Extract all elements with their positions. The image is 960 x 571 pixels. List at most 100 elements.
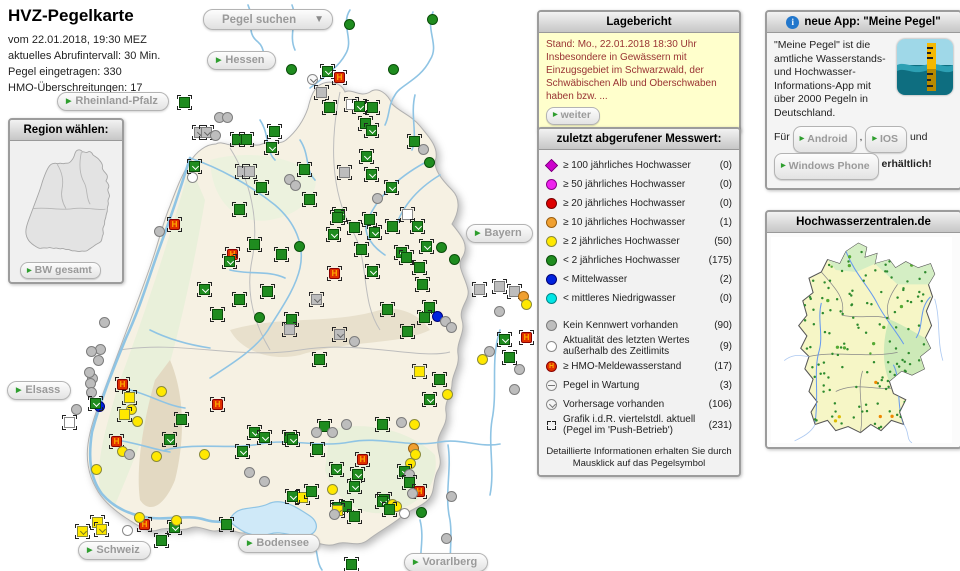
pegel-marker-yellow-square-forecast[interactable] xyxy=(96,524,107,535)
pegel-marker-gray-circle[interactable] xyxy=(494,306,505,317)
pegel-marker-gray-circle[interactable] xyxy=(446,322,457,333)
pegel-marker-yellow-circle[interactable] xyxy=(521,299,532,310)
pegel-marker-green-square[interactable] xyxy=(269,126,280,137)
pegel-marker-green-square-forecast[interactable] xyxy=(412,221,423,232)
pegel-marker-green-square[interactable] xyxy=(402,326,413,337)
pegel-marker-green-circle[interactable] xyxy=(436,242,447,253)
pegel-marker-gray-circle[interactable] xyxy=(259,476,270,487)
pegel-marker-green-square[interactable] xyxy=(176,414,187,425)
pegel-marker-green-square[interactable] xyxy=(419,312,430,323)
pegel-marker-green-square-forecast[interactable] xyxy=(424,394,435,405)
pegel-marker-gray-circle[interactable] xyxy=(396,417,407,428)
pegel-marker-gray-square[interactable] xyxy=(339,167,350,178)
pegel-marker-green-square-forecast[interactable] xyxy=(266,142,277,153)
pegel-marker-green-square-forecast[interactable] xyxy=(367,266,378,277)
pegel-marker-gray-circle[interactable] xyxy=(71,404,82,415)
pegel-marker-green-square-forecast[interactable] xyxy=(199,284,210,295)
pegel-marker-hmo-alert[interactable]: H xyxy=(357,454,368,465)
pegel-marker-gray-circle[interactable] xyxy=(509,384,520,395)
pegel-marker-yellow-circle[interactable] xyxy=(156,386,167,397)
pegel-marker-gray-circle[interactable] xyxy=(407,488,418,499)
pegel-marker-green-square[interactable] xyxy=(234,294,245,305)
pegel-marker-white-circle-forecast[interactable] xyxy=(307,74,318,85)
pegel-suchen-dropdown[interactable]: Pegel suchen ▼ xyxy=(203,9,333,30)
windows-phone-button[interactable]: ▶Windows Phone xyxy=(774,153,879,180)
pegel-marker-green-square-forecast[interactable] xyxy=(349,481,360,492)
pegel-marker-yellow-circle[interactable] xyxy=(199,449,210,460)
pegel-marker-gray-circle[interactable] xyxy=(349,336,360,347)
pegel-marker-green-square[interactable] xyxy=(384,504,395,515)
region-button-schweiz[interactable]: ▶ Schweiz xyxy=(78,541,151,560)
pegel-marker-green-square[interactable] xyxy=(299,164,310,175)
pegel-marker-gray-circle[interactable] xyxy=(244,467,255,478)
pegel-marker-gray-circle[interactable] xyxy=(210,130,221,141)
pegel-marker-yellow-circle[interactable] xyxy=(171,515,182,526)
pegel-marker-gray-circle[interactable] xyxy=(222,112,233,123)
pegel-marker-green-square[interactable] xyxy=(179,97,190,108)
pegel-marker-green-square[interactable] xyxy=(414,262,425,273)
weiter-button[interactable]: ▶ weiter xyxy=(546,107,600,125)
pegel-marker-green-square[interactable] xyxy=(241,134,252,145)
pegel-marker-gray-square[interactable] xyxy=(494,281,505,292)
pegel-marker-green-square[interactable] xyxy=(346,559,357,570)
pegel-marker-gray-circle[interactable] xyxy=(124,449,135,460)
region-button-bodensee[interactable]: ▶ Bodensee xyxy=(238,534,320,553)
pegel-marker-yellow-circle[interactable] xyxy=(409,419,420,430)
pegel-marker-green-square-forecast[interactable] xyxy=(287,491,298,502)
pegel-marker-green-square[interactable] xyxy=(312,444,323,455)
region-button-hessen[interactable]: ▶ Hessen xyxy=(207,51,276,70)
pegel-marker-green-square[interactable] xyxy=(221,519,232,530)
pegel-marker-hmo-alert[interactable]: H xyxy=(521,332,532,343)
pegel-marker-green-square-forecast[interactable] xyxy=(189,161,200,172)
pegel-marker-gray-square[interactable] xyxy=(284,324,295,335)
pegel-marker-green-square[interactable] xyxy=(504,352,515,363)
pegel-marker-green-circle[interactable] xyxy=(294,241,305,252)
pegel-marker-green-square[interactable] xyxy=(367,102,378,113)
pegel-marker-green-square-forecast[interactable] xyxy=(259,432,270,443)
pegel-marker-green-square-forecast[interactable] xyxy=(499,334,510,345)
region-button-bw-gesamt[interactable]: ▶ BW gesamt xyxy=(20,262,101,279)
pegel-marker-green-circle[interactable] xyxy=(254,312,265,323)
pegel-marker-gray-circle[interactable] xyxy=(446,491,457,502)
pegel-marker-yellow-circle[interactable] xyxy=(132,416,143,427)
region-mini-map[interactable] xyxy=(18,145,114,257)
pegel-marker-green-square[interactable] xyxy=(349,222,360,233)
pegel-marker-green-square[interactable] xyxy=(356,244,367,255)
region-button-rheinland-pfalz[interactable]: ▶ Rheinland-Pfalz xyxy=(57,92,169,111)
pegel-marker-yellow-circle[interactable] xyxy=(134,512,145,523)
pegel-marker-gray-square-forecast[interactable] xyxy=(334,329,345,340)
pegel-marker-green-square[interactable] xyxy=(364,214,375,225)
pegel-marker-green-square[interactable] xyxy=(262,286,273,297)
pegel-marker-green-square-forecast[interactable] xyxy=(366,125,377,136)
pegel-marker-gray-circle[interactable] xyxy=(418,144,429,155)
pegel-marker-green-square[interactable] xyxy=(332,212,343,223)
android-button[interactable]: ▶Android xyxy=(793,126,857,153)
ios-button[interactable]: ▶IOS xyxy=(865,126,907,153)
pegel-marker-hmo-alert[interactable]: H xyxy=(329,268,340,279)
pegel-marker-green-square[interactable] xyxy=(212,309,223,320)
pegel-marker-green-square[interactable] xyxy=(314,354,325,365)
pegel-marker-yellow-square-forecast[interactable] xyxy=(77,526,88,537)
pegel-marker-yellow-circle[interactable] xyxy=(477,354,488,365)
pegel-marker-green-circle[interactable] xyxy=(286,64,297,75)
pegel-marker-gray-circle[interactable] xyxy=(311,427,322,438)
pegel-marker-gray-circle[interactable] xyxy=(93,355,104,366)
pegel-marker-gray-square[interactable] xyxy=(474,284,485,295)
pegel-marker-green-circle[interactable] xyxy=(424,157,435,168)
pegel-marker-green-square[interactable] xyxy=(156,535,167,546)
pegel-marker-gray-circle[interactable] xyxy=(514,364,525,375)
pegel-marker-white-circle[interactable] xyxy=(122,525,133,536)
pegel-marker-green-square[interactable] xyxy=(234,204,245,215)
pegel-marker-green-square-forecast[interactable] xyxy=(224,256,235,267)
pegel-marker-green-square-forecast[interactable] xyxy=(366,169,377,180)
region-button-vorarlberg[interactable]: ▶ Vorarlberg xyxy=(404,553,488,571)
pegel-marker-green-square[interactable] xyxy=(306,486,317,497)
pegel-marker-green-square-forecast[interactable] xyxy=(354,101,365,112)
pegel-marker-yellow-circle[interactable] xyxy=(442,389,453,400)
pegel-marker-yellow-square[interactable] xyxy=(119,409,130,420)
pegel-marker-hmo-alert[interactable]: H xyxy=(117,379,128,390)
pegel-marker-green-square[interactable] xyxy=(382,304,393,315)
pegel-marker-green-square[interactable] xyxy=(434,374,445,385)
pegel-marker-green-square-forecast[interactable] xyxy=(331,464,342,475)
pegel-marker-green-square-forecast[interactable] xyxy=(386,182,397,193)
